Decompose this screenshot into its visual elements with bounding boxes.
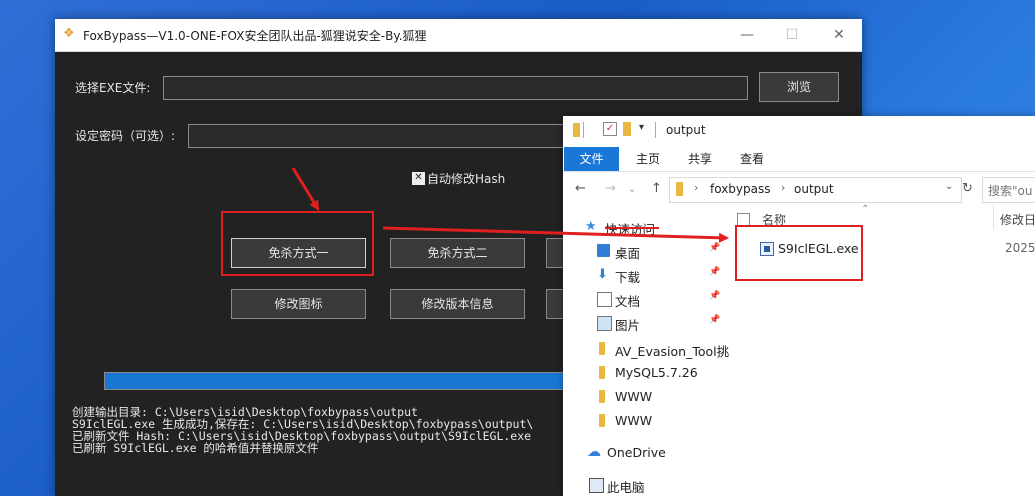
column-divider[interactable] <box>993 204 994 230</box>
computer-icon <box>589 478 604 493</box>
app-title: FoxBypass—V1.0-ONE-FOX安全团队出品-狐狸说安全-By.狐狸 <box>83 29 427 43</box>
nav-item[interactable]: MySQL5.7.26 <box>563 361 728 385</box>
app-title-bar[interactable]: ❖ FoxBypass—V1.0-ONE-FOX安全团队出品-狐狸说安全-By.… <box>55 19 862 52</box>
desktop-icon <box>597 244 610 257</box>
file-date: 2025 <box>1005 241 1035 255</box>
search-input[interactable]: 搜索"ou <box>982 177 1035 203</box>
annotation-highlight-box <box>735 225 863 281</box>
nav-item[interactable]: WWW <box>563 409 728 433</box>
nav-item[interactable]: ☁ OneDrive <box>563 441 728 465</box>
folder-icon <box>599 342 605 355</box>
folder-icon <box>573 123 580 137</box>
nav-item[interactable]: 图片 📌 <box>563 311 728 335</box>
navigation-pane: ★ 快速访问桌面 📌 ⬇ 下载 📌 文档 📌 图片 📌 AV_Evasion_Tool挑 MySQL5… <box>563 211 730 496</box>
nav-item[interactable]: WWW <box>563 385 728 409</box>
nav-item[interactable]: 桌面 📌 <box>563 239 728 263</box>
nav-item-label: WWW <box>615 413 653 428</box>
up-arrow-icon[interactable]: ↑ <box>651 181 662 196</box>
new-folder-icon[interactable] <box>623 122 631 136</box>
download-icon: ⬇ <box>597 267 608 282</box>
back-arrow-icon[interactable]: ← <box>575 181 586 196</box>
cloud-icon: ☁ <box>587 444 601 460</box>
tab-view[interactable]: 查看 <box>737 147 767 171</box>
log-line: 已刷新 S9IclEGL.exe 的哈希值并替换原文件 <box>72 441 319 455</box>
column-header-date[interactable]: 修改日 <box>1000 211 1035 228</box>
breadcrumb-segment[interactable]: foxbypass <box>710 182 771 196</box>
nav-item-label: 文档 <box>615 294 641 309</box>
nav-item[interactable]: 此电脑 <box>563 473 728 496</box>
progress-fill <box>105 373 565 389</box>
chevron-right-icon[interactable]: › <box>694 181 698 194</box>
tab-file[interactable]: 文件 <box>564 147 619 171</box>
properties-icon[interactable]: ✓ <box>603 122 617 136</box>
nav-item-label: 图片 <box>615 318 641 333</box>
explorer-window: ✓ ▾ output 文件 主页 共享 查看 ← → ⌄ ↑ › foxbypa… <box>563 116 1035 496</box>
folder-icon <box>599 390 605 403</box>
nav-item[interactable]: 文档 📌 <box>563 287 728 311</box>
recent-chevron-icon[interactable]: ⌄ <box>628 184 636 195</box>
exe-file-input[interactable] <box>163 76 748 100</box>
folder-icon <box>599 414 605 427</box>
divider <box>583 122 584 138</box>
sort-up-icon: ⌃ <box>861 204 870 215</box>
password-label: 设定密码（可选）: <box>75 129 176 143</box>
browse-button[interactable]: 浏览 <box>759 72 839 102</box>
annotation-highlight-box <box>221 211 374 276</box>
modify-version-button[interactable]: 修改版本信息 <box>390 289 525 319</box>
search-placeholder: 搜索"ou <box>988 184 1033 198</box>
nav-item-label: 此电脑 <box>607 480 645 495</box>
refresh-icon[interactable]: ↻ <box>962 181 973 196</box>
ribbon-tabs: 文件 主页 共享 查看 <box>563 147 1035 172</box>
folder-icon <box>676 182 683 196</box>
chevron-right-icon[interactable]: › <box>781 181 785 194</box>
breadcrumb-segment[interactable]: output <box>794 182 834 196</box>
picture-icon <box>597 316 612 331</box>
chevron-down-icon[interactable]: ⌄ <box>945 181 953 192</box>
progress-bar <box>104 372 566 390</box>
pin-icon[interactable]: 📌 <box>709 243 720 253</box>
nav-item-label: 桌面 <box>615 246 641 261</box>
star-icon: ★ <box>585 219 597 234</box>
address-row: ← → ⌄ ↑ › foxbypass › output ⌄ ↻ 搜索"ou <box>563 176 1035 204</box>
nav-item[interactable]: AV_Evasion_Tool挑 <box>563 337 730 361</box>
document-icon <box>597 292 612 307</box>
pin-icon[interactable]: 📌 <box>709 267 720 277</box>
nav-item-label: MySQL5.7.26 <box>615 365 698 380</box>
nav-item[interactable]: ★ 快速访问 <box>563 215 728 239</box>
explorer-title-bar[interactable]: ✓ ▾ output <box>563 116 1035 144</box>
exe-file-label: 选择EXE文件: <box>75 81 151 95</box>
divider <box>655 122 656 138</box>
auto-hash-label: 自动修改Hash <box>427 172 506 186</box>
tab-home[interactable]: 主页 <box>633 147 663 171</box>
nav-item-label: OneDrive <box>607 445 666 460</box>
explorer-title: output <box>666 123 706 137</box>
evasion-method-2-button[interactable]: 免杀方式二 <box>390 238 525 268</box>
close-icon[interactable]: ✕ <box>827 25 851 45</box>
minimize-icon[interactable]: — <box>735 25 759 45</box>
nav-item-label: 下载 <box>615 270 641 285</box>
log-output: 创建输出目录: C:\Users\isid\Desktop\foxbypass\… <box>72 406 572 496</box>
tab-share[interactable]: 共享 <box>685 147 715 171</box>
pin-icon[interactable]: 📌 <box>709 315 720 325</box>
auto-hash-checkbox[interactable]: ✕ <box>412 172 425 185</box>
maximize-icon[interactable]: ☐ <box>780 25 804 45</box>
annotation-strike <box>605 227 659 229</box>
folder-icon <box>599 366 605 379</box>
address-bar[interactable]: › foxbypass › output ⌄ <box>669 177 962 203</box>
nav-item[interactable]: ⬇ 下载 📌 <box>563 263 728 287</box>
nav-item-label: AV_Evasion_Tool挑 <box>615 344 730 359</box>
pin-icon[interactable]: 📌 <box>709 291 720 301</box>
modify-icon-button[interactable]: 修改图标 <box>231 289 366 319</box>
nav-item-label: WWW <box>615 389 653 404</box>
fox-logo-icon: ❖ <box>63 26 75 41</box>
chevron-down-icon[interactable]: ▾ <box>639 122 644 133</box>
forward-arrow-icon[interactable]: → <box>605 181 616 196</box>
